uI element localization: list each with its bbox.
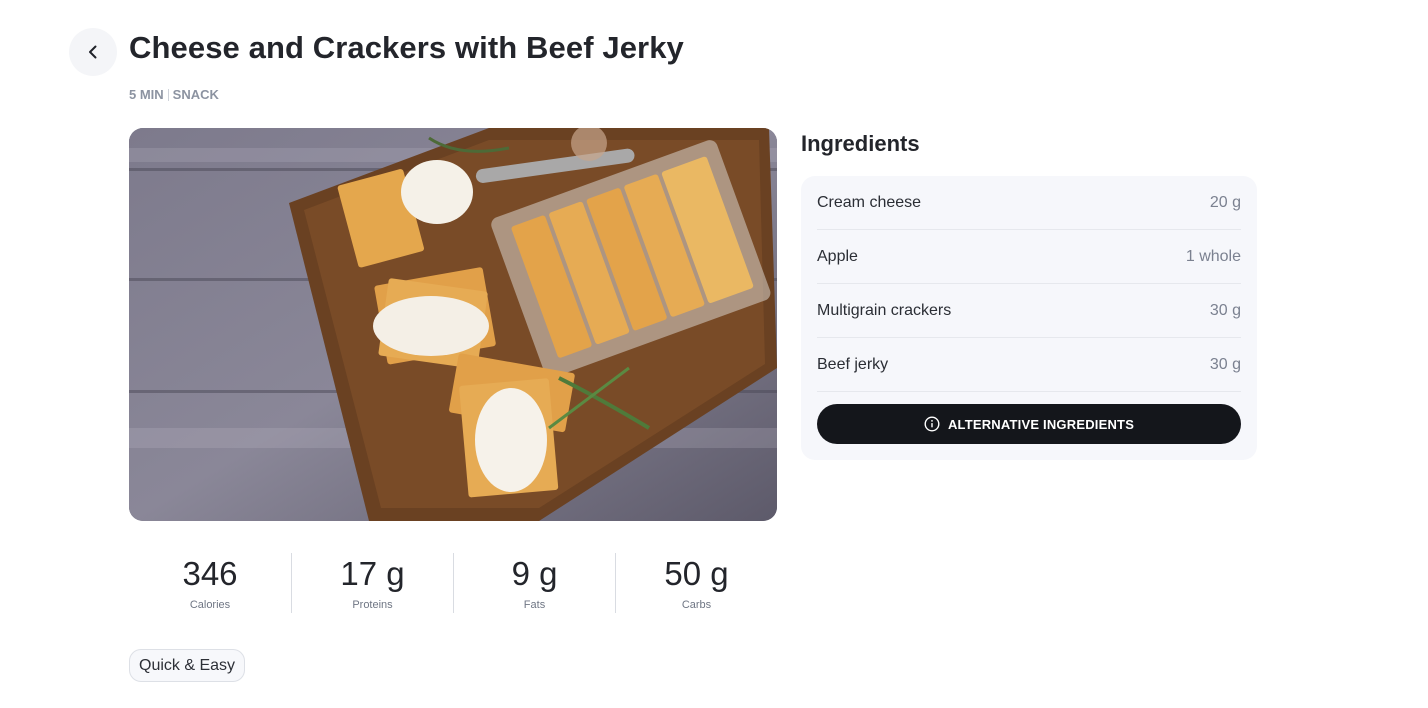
fats-label: Fats [523,599,546,611]
ingredient-row: Multigrain crackers 30 g [817,284,1241,338]
ingredient-name: Beef jerky [817,355,889,373]
back-button[interactable] [69,28,117,76]
ingredient-name: Multigrain crackers [817,301,952,319]
carbs-value: 50 g [664,555,729,592]
recipe-page: Cheese and Crackers with Beef Jerky 5 MI… [0,0,1428,708]
recipe-time: 5 MIN [129,87,164,102]
alternative-ingredients-label: ALTERNATIVE INGREDIENTS [947,416,1135,432]
proteins-label: Proteins [352,599,393,611]
ingredients-card: Cream cheese 20 g Apple 1 whole Multigra… [801,176,1257,460]
alternative-ingredients-button[interactable]: ALTERNATIVE INGREDIENTS [817,404,1241,444]
ingredient-qty: 30 g [1209,301,1241,319]
nutrition-fats: 9 g Fats [453,553,615,613]
fats-value: 9 g [511,555,558,592]
tag-quick-easy[interactable]: Quick & Easy [129,649,246,682]
nutrition-calories: 346 Calories [129,553,291,613]
ingredient-row: Beef jerky 30 g [817,338,1241,392]
chevron-left-icon [89,45,97,59]
ingredient-name: Apple [817,247,858,265]
info-icon [924,416,940,432]
nutrition-carbs: 50 g Carbs [615,553,777,613]
ingredient-qty: 1 whole [1185,247,1241,265]
recipe-category: SNACK [172,87,219,102]
ingredient-name: Cream cheese [817,193,922,211]
recipe-meta: 5 MIN SNACK [129,87,219,103]
nutrition-summary: 346 Calories 17 g Proteins 9 g Fats 50 g… [129,553,777,613]
calories-label: Calories [189,599,231,611]
carbs-label: Carbs [681,599,712,611]
meta-divider [167,89,169,101]
calories-value: 346 [182,555,238,592]
recipe-image [129,128,777,521]
ingredient-row: Apple 1 whole [817,230,1241,284]
page-title: Cheese and Crackers with Beef Jerky [129,30,684,65]
proteins-value: 17 g [340,555,405,592]
ingredient-qty: 30 g [1209,355,1241,373]
recipe-photo-illustration [129,128,777,521]
ingredient-qty: 20 g [1209,193,1241,211]
ingredients-heading: Ingredients [801,131,920,156]
nutrition-proteins: 17 g Proteins [291,553,453,613]
ingredient-row: Cream cheese 20 g [817,176,1241,230]
